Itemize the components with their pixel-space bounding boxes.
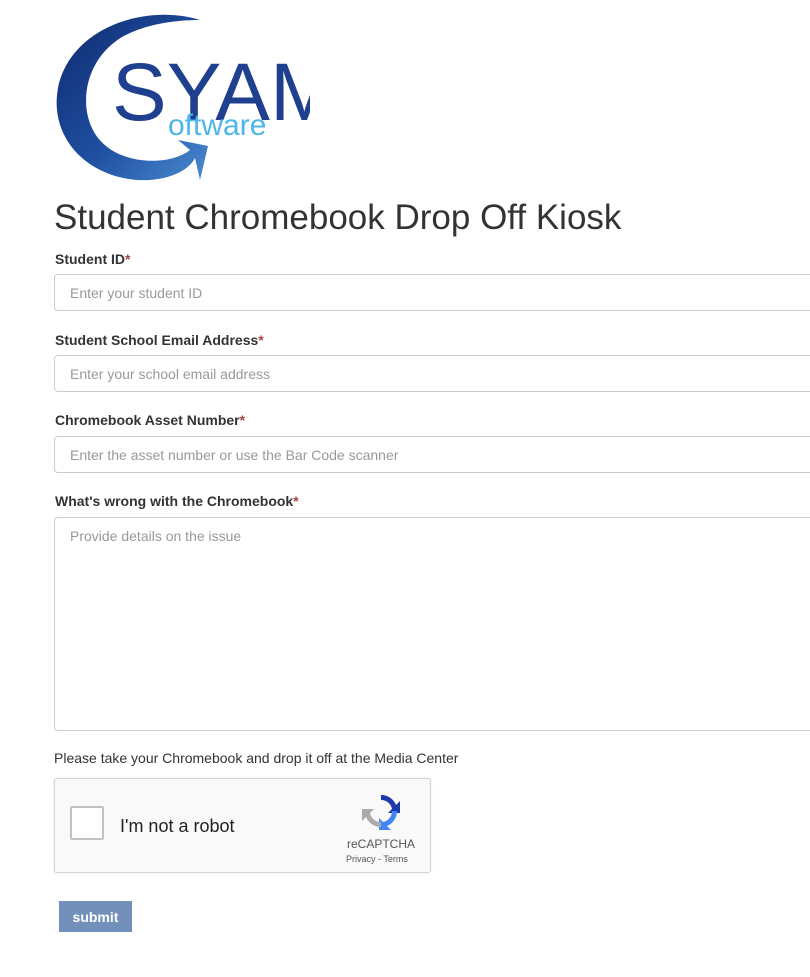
recaptcha-terms-link[interactable]: Terms bbox=[383, 854, 408, 864]
syam-software-logo: SYAM oftware bbox=[50, 8, 338, 186]
student-id-input[interactable] bbox=[54, 274, 810, 311]
recaptcha-checkbox[interactable] bbox=[70, 806, 104, 840]
student-id-label: Student ID* bbox=[55, 251, 130, 267]
required-mark: * bbox=[125, 251, 131, 267]
required-mark: * bbox=[239, 412, 246, 428]
recaptcha-brand: reCAPTCHA bbox=[347, 837, 416, 851]
recaptcha-logo-icon bbox=[362, 794, 400, 830]
recaptcha-links: Privacy - Terms bbox=[346, 854, 408, 864]
required-mark: * bbox=[293, 493, 299, 509]
student-id-label-text: Student ID bbox=[55, 251, 125, 267]
logo-text-sub: oftware bbox=[168, 109, 266, 142]
required-mark: * bbox=[258, 332, 264, 348]
recaptcha-label: I'm not a robot bbox=[120, 816, 235, 836]
recaptcha-widget: I'm not a robot reCAPTCHA Privacy - Term… bbox=[54, 778, 431, 873]
drop-off-note: Please take your Chromebook and drop it … bbox=[54, 750, 459, 766]
issue-details-textarea[interactable] bbox=[54, 517, 810, 731]
submit-button[interactable]: submit bbox=[59, 901, 132, 932]
asset-number-input[interactable] bbox=[54, 436, 810, 473]
logo-graphic: SYAM oftware bbox=[56, 14, 338, 181]
school-email-input[interactable] bbox=[54, 355, 810, 392]
school-email-label-text: Student School Email Address bbox=[55, 332, 259, 348]
issue-details-label-text: What's wrong with the Chromebook bbox=[55, 493, 294, 509]
issue-details-label: What's wrong with the Chromebook* bbox=[55, 493, 299, 509]
asset-number-label: Chromebook Asset Number* bbox=[55, 412, 245, 428]
recaptcha-privacy-link[interactable]: Privacy bbox=[346, 854, 376, 864]
school-email-label: Student School Email Address* bbox=[55, 332, 264, 348]
page-title: Student Chromebook Drop Off Kiosk bbox=[54, 198, 622, 237]
asset-number-label-text: Chromebook Asset Number bbox=[55, 412, 240, 428]
